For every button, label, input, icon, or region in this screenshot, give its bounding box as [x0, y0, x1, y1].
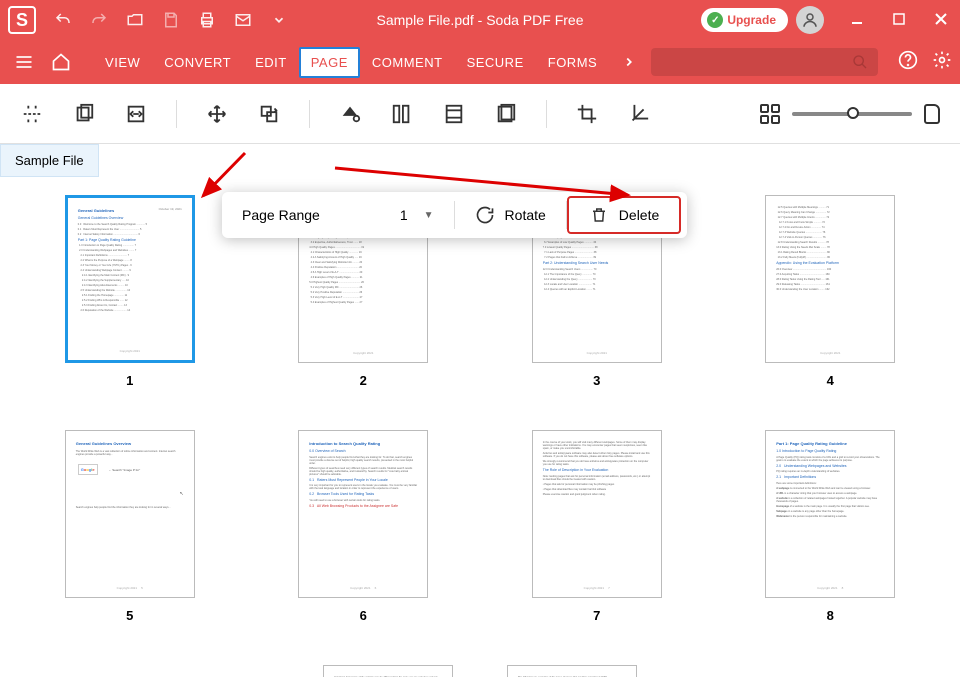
minimize-button[interactable] — [846, 8, 868, 33]
undo-icon[interactable] — [54, 11, 72, 29]
resize-icon[interactable] — [124, 102, 148, 126]
thumb-label: 7 — [593, 608, 600, 623]
qat-more-icon[interactable] — [270, 11, 288, 29]
page-number-icon[interactable] — [494, 102, 518, 126]
thumb-sub: 1.0 Introduction to Page Quality Rating — [776, 449, 884, 454]
thumbnail-grid-area: General Guidelines October 19, 2021 Gene… — [0, 177, 960, 677]
deskew-icon[interactable] — [627, 102, 651, 126]
header-footer-icon[interactable] — [442, 102, 466, 126]
title-bar: S Sample File.pdf - Soda PDF Free ✓ Upgr… — [0, 0, 960, 40]
quick-access-toolbar — [54, 11, 288, 29]
chevron-down-icon[interactable]: ▼ — [424, 210, 434, 221]
thumb-label: 2 — [360, 373, 367, 388]
move-icon[interactable] — [205, 102, 229, 126]
mail-icon[interactable] — [234, 11, 252, 29]
window-controls — [846, 8, 952, 33]
delete-label: Delete — [619, 207, 659, 223]
main-tabs: VIEW CONVERT EDIT PAGE COMMENT SECURE FO… — [93, 47, 645, 78]
app-logo[interactable]: S — [8, 6, 36, 34]
document-tab[interactable]: Sample File — [0, 144, 99, 177]
split-icon[interactable] — [20, 102, 44, 126]
tab-view[interactable]: VIEW — [93, 47, 152, 78]
page-toolbar — [0, 84, 960, 144]
thumb-sub: 0.0 Overview of Search — [309, 449, 417, 454]
page-thumbnail-9[interactable]: Important: homepage of the website may b… — [323, 665, 453, 677]
tab-forms[interactable]: FORMS — [536, 47, 609, 78]
delete-button[interactable]: Delete — [567, 196, 681, 234]
trash-icon — [589, 205, 609, 225]
page-thumbnail-8[interactable]: Part 1: Page Quality Rating Guideline 1.… — [741, 430, 921, 623]
open-icon[interactable] — [126, 11, 144, 29]
page-thumbnail-6[interactable]: Introduction to Search Quality Rating 0.… — [274, 430, 454, 623]
thumbnail-view-icon[interactable] — [760, 104, 780, 124]
thumb-title: Introduction to Search Quality Rating — [309, 441, 417, 446]
rotate-button[interactable]: Rotate — [455, 192, 566, 238]
search-icon — [852, 54, 868, 70]
separator — [176, 100, 177, 128]
save-icon[interactable] — [162, 11, 180, 29]
redo-icon[interactable] — [90, 11, 108, 29]
user-account-button[interactable] — [796, 6, 824, 34]
thumb-label: 1 — [126, 373, 133, 388]
thumb-title: General Guidelines Overview — [76, 441, 184, 446]
home-icon[interactable] — [46, 52, 78, 72]
tab-page[interactable]: PAGE — [299, 47, 360, 78]
thumb-title: Part 1: Page Quality Rating Guideline — [776, 441, 884, 446]
rotate-label: Rotate — [505, 207, 546, 223]
thumb-label: 8 — [827, 608, 834, 623]
menu-bar: VIEW CONVERT EDIT PAGE COMMENT SECURE FO… — [0, 40, 960, 84]
tab-edit[interactable]: EDIT — [243, 47, 299, 78]
page-thumbnail-5[interactable]: General Guidelines Overview The World Wi… — [40, 430, 220, 623]
extract-icon[interactable] — [72, 102, 96, 126]
page-range-label: Page Range — [242, 207, 320, 223]
page-actions-popover: Page Range 1 ▼ Rotate Delete — [222, 192, 687, 238]
close-button[interactable] — [930, 8, 952, 33]
check-icon: ✓ — [707, 12, 723, 28]
title-bar-right: ✓ Upgrade — [701, 6, 952, 34]
page-range-section: Page Range 1 ▼ — [222, 192, 454, 238]
thumb-label: 6 — [360, 608, 367, 623]
page-thumbnail-10[interactable]: The following are examples of the types … — [507, 665, 637, 677]
thumb-label: 4 — [827, 373, 834, 388]
thumb-label: 3 — [593, 373, 600, 388]
help-icon[interactable] — [898, 50, 918, 75]
upgrade-label: Upgrade — [727, 13, 776, 27]
settings-icon[interactable] — [932, 50, 952, 75]
print-icon[interactable] — [198, 11, 216, 29]
background-icon[interactable] — [338, 102, 362, 126]
rotate-tool-icon[interactable] — [257, 102, 281, 126]
zoom-slider-thumb[interactable] — [847, 107, 859, 119]
separator — [309, 100, 310, 128]
page-range-value: 1 — [400, 207, 408, 223]
page-thumbnail-7[interactable]: In the course of your work, you will vis… — [507, 430, 687, 623]
rotate-icon — [475, 205, 495, 225]
margins-icon[interactable] — [390, 102, 414, 126]
search-box[interactable] — [651, 48, 878, 76]
crop-icon[interactable] — [575, 102, 599, 126]
hamburger-icon[interactable] — [8, 52, 40, 72]
window-title: Sample File.pdf - Soda PDF Free — [377, 12, 584, 28]
page-view-icon[interactable] — [924, 104, 940, 124]
thumb-section: General Guidelines Overview — [78, 216, 182, 221]
tab-secure[interactable]: SECURE — [455, 47, 536, 78]
tab-comment[interactable]: COMMENT — [360, 47, 455, 78]
separator — [546, 100, 547, 128]
thumb-date: October 19, 2021 — [159, 208, 182, 212]
maximize-button[interactable] — [888, 8, 910, 33]
page-thumbnail-1[interactable]: General Guidelines October 19, 2021 Gene… — [40, 195, 220, 388]
page-thumbnail-4[interactable]: 12.5 Queries with Multiple Meanings ....… — [741, 195, 921, 388]
document-tabs: Sample File — [0, 144, 960, 177]
zoom-slider[interactable] — [792, 112, 912, 116]
upgrade-button[interactable]: ✓ Upgrade — [701, 8, 788, 32]
thumb-label: 5 — [126, 608, 133, 623]
zoom-controls — [760, 104, 940, 124]
tabs-overflow-icon[interactable] — [613, 47, 645, 78]
tab-convert[interactable]: CONVERT — [152, 47, 243, 78]
thumb-sub: The Role of Description in Your Evaluati… — [543, 468, 651, 473]
